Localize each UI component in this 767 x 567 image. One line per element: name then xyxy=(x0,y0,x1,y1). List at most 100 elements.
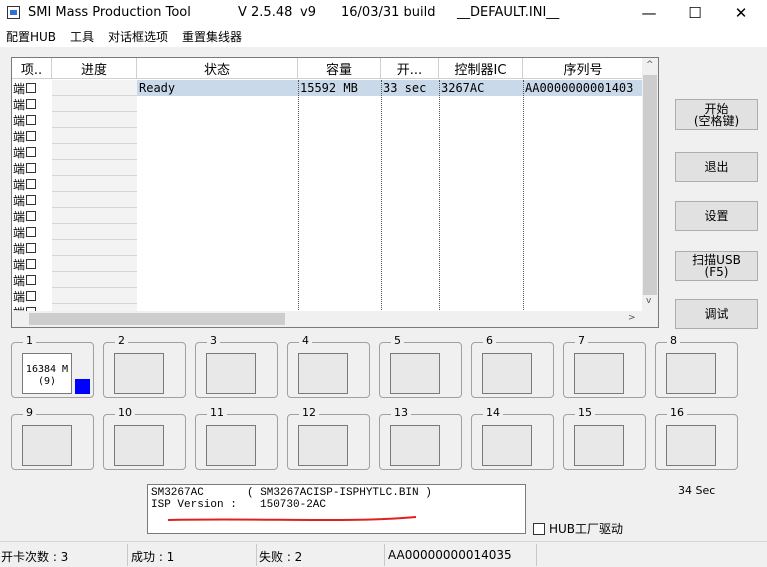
item-checkbox[interactable] xyxy=(26,131,37,141)
list-item[interactable]: 端 xyxy=(13,288,37,304)
maximize-button[interactable]: ☐ xyxy=(672,0,718,26)
hub-driver-option[interactable]: HUB工厂驱动 xyxy=(533,520,623,537)
list-item[interactable]: 端 xyxy=(13,224,37,240)
list-item[interactable]: 端 xyxy=(13,272,37,288)
scroll-right-icon[interactable]: > xyxy=(628,313,636,323)
col-progress[interactable]: 进度 xyxy=(52,58,137,79)
firmware-info-panel: SM3267AC ( SM3267ACISP-ISPHYTLC.BIN ) IS… xyxy=(147,484,526,534)
horizontal-scrollbar[interactable]: > xyxy=(12,311,658,327)
port-slot-16[interactable]: 16 xyxy=(655,407,738,470)
list-item[interactable]: 端 xyxy=(13,256,37,272)
port-slot-11[interactable]: 11 xyxy=(195,407,278,470)
item-checkbox[interactable] xyxy=(26,211,37,221)
item-checkbox[interactable] xyxy=(26,243,37,253)
slot-number: 11 xyxy=(207,407,227,419)
list-item[interactable]: 端 xyxy=(13,176,37,192)
item-checkbox[interactable] xyxy=(26,195,37,205)
slot-number: 16 xyxy=(667,407,687,419)
debug-button[interactable]: 调试 xyxy=(675,299,758,329)
port-slot-10[interactable]: 10 xyxy=(103,407,186,470)
port-slot-15[interactable]: 15 xyxy=(563,407,646,470)
port-slot-12[interactable]: 12 xyxy=(287,407,370,470)
slot-number: 2 xyxy=(115,335,128,347)
slot-number: 7 xyxy=(575,335,588,347)
open-count: 开卡次数 : 3 xyxy=(1,550,69,564)
item-label: 端 xyxy=(13,241,26,256)
scroll-down-icon[interactable]: v xyxy=(646,296,651,306)
port-slot-1[interactable]: 1 16384 M (9) xyxy=(11,335,94,398)
item-checkbox[interactable] xyxy=(26,275,37,285)
list-item[interactable]: 端 xyxy=(13,112,37,128)
list-item[interactable]: 端 xyxy=(13,208,37,224)
item-checkbox[interactable] xyxy=(26,147,37,157)
item-checkbox[interactable] xyxy=(26,291,37,301)
success-count: 成功 : 1 xyxy=(131,550,175,564)
list-item[interactable]: 端 xyxy=(13,144,37,160)
item-checkbox[interactable] xyxy=(26,227,37,237)
port-slot-7[interactable]: 7 xyxy=(563,335,646,398)
horizontal-scroll-thumb[interactable] xyxy=(29,313,285,325)
list-item[interactable]: 端 xyxy=(13,128,37,144)
col-time[interactable]: 开... xyxy=(381,58,439,79)
row-status: Ready xyxy=(139,81,176,95)
isp-version-value: 150730-2AC xyxy=(260,499,327,511)
list-item[interactable]: 端 xyxy=(13,240,37,256)
minimize-button[interactable]: — xyxy=(626,0,672,26)
elapsed-time: 34 Sec xyxy=(678,484,716,497)
item-checkbox[interactable] xyxy=(26,163,37,173)
start-button[interactable]: 开始 (空格键) xyxy=(675,99,758,130)
col-divider xyxy=(439,80,440,314)
list-item[interactable]: 端 xyxy=(13,80,37,96)
col-serial[interactable]: 序列号 xyxy=(523,58,644,79)
col-divider xyxy=(523,80,524,314)
scroll-up-icon[interactable]: ^ xyxy=(646,60,654,70)
vertical-scroll-thumb[interactable] xyxy=(643,75,657,295)
col-controller[interactable]: 控制器IC xyxy=(439,58,523,79)
item-label: 端 xyxy=(13,225,26,240)
menu-tools[interactable]: 工具 xyxy=(70,28,94,45)
settings-button[interactable]: 设置 xyxy=(675,201,758,231)
close-button[interactable]: ✕ xyxy=(718,0,764,26)
port-slot-5[interactable]: 5 xyxy=(379,335,462,398)
slot-status-box xyxy=(298,425,348,466)
red-underline xyxy=(167,516,417,522)
port-slot-14[interactable]: 14 xyxy=(471,407,554,470)
list-item[interactable]: 端 xyxy=(13,160,37,176)
item-label: 端 xyxy=(13,257,26,272)
menu-dialog-options[interactable]: 对话框选项 xyxy=(108,28,168,45)
item-checkbox[interactable] xyxy=(26,99,37,109)
item-checkbox[interactable] xyxy=(26,179,37,189)
list-item[interactable]: 端 xyxy=(13,96,37,112)
col-divider xyxy=(381,80,382,314)
menu-reset-hub[interactable]: 重置集线器 xyxy=(182,28,242,45)
item-checkbox[interactable] xyxy=(26,259,37,269)
slot-status-box xyxy=(482,353,532,394)
item-label: 端 xyxy=(13,273,26,288)
status-separator xyxy=(127,544,128,566)
port-slot-6[interactable]: 6 xyxy=(471,335,554,398)
item-checkbox[interactable] xyxy=(26,115,37,125)
build-date: 16/03/31 build xyxy=(341,5,436,20)
port-slot-4[interactable]: 4 xyxy=(287,335,370,398)
hub-driver-checkbox[interactable] xyxy=(533,522,545,535)
col-capacity[interactable]: 容量 xyxy=(298,58,381,79)
vertical-scrollbar[interactable]: ^ v xyxy=(642,58,658,312)
col-status[interactable]: 状态 xyxy=(137,58,298,79)
port-slot-9[interactable]: 9 xyxy=(11,407,94,470)
slot-number: 12 xyxy=(299,407,319,419)
status-bar: 开卡次数 : 3 成功 : 1 失败 : 2 AA00000000014035 xyxy=(0,541,767,567)
device-list[interactable]: 项.. 进度 状态 容量 开... 控制器IC 序列号 端端端端端端端端端端端端… xyxy=(11,57,659,328)
row-controller: 3267AC xyxy=(441,81,485,95)
port-slot-2[interactable]: 2 xyxy=(103,335,186,398)
list-item[interactable]: 端 xyxy=(13,192,37,208)
col-item[interactable]: 项.. xyxy=(12,58,52,79)
port-slot-3[interactable]: 3 xyxy=(195,335,278,398)
item-checkbox[interactable] xyxy=(26,83,37,93)
port-slot-13[interactable]: 13 xyxy=(379,407,462,470)
exit-button[interactable]: 退出 xyxy=(675,152,758,182)
menu-config-hub[interactable]: 配置HUB xyxy=(6,28,56,45)
scan-usb-button[interactable]: 扫描USB (F5) xyxy=(675,251,758,281)
port-slot-8[interactable]: 8 xyxy=(655,335,738,398)
slot-indicator xyxy=(75,379,90,394)
title-bar: SMI Mass Production Tool V 2.5.48 v9 16/… xyxy=(0,0,767,26)
